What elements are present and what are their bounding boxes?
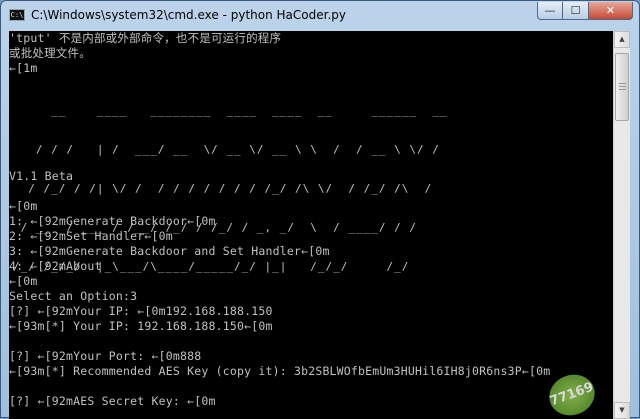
scroll-down-arrow-icon[interactable]: ▼ <box>614 402 630 419</box>
menu-option-3: 3: ←[92mGenerate Backdoor and Set Handle… <box>9 244 330 258</box>
window-title: C:\Windows\system32\cmd.exe - python HaC… <box>31 8 346 22</box>
cmd-app-icon[interactable]: C:\ <box>9 9 25 21</box>
menu-option-1: 1: ←[92mGenerate Backdoor←[0m <box>9 214 216 228</box>
menu-option-2: 2: ←[92mSet Handler←[0m <box>9 229 173 243</box>
console-line: ←[0m <box>9 274 38 288</box>
menu-option-4: 4: ←[92mAbout <box>9 259 102 273</box>
vertical-scrollbar[interactable]: ▲ ▼ <box>613 31 630 419</box>
window-controls: — ☐ ✕ <box>537 2 633 20</box>
ip-prompt: [?] ←[92mYour IP: ←[0m192.168.188.150 <box>9 304 273 318</box>
minimize-button[interactable]: — <box>537 2 563 20</box>
grip-line <box>619 83 626 84</box>
version-line: V1.1 Beta <box>9 169 74 183</box>
port-prompt: [?] ←[92mYour Port: ←[0m888 <box>9 349 202 363</box>
close-button[interactable]: ✕ <box>589 2 633 20</box>
ip-confirm: ←[93m[*] Your IP: 192.168.188.150←[0m <box>9 319 273 333</box>
console-output[interactable]: 'tput' 不是内部或外部命令，也不是可运行的程序 或批处理文件。 ←[1m … <box>9 31 613 419</box>
aes-key-recommendation: ←[93m[*] Recommended AES Key (copy it): … <box>9 364 551 378</box>
ascii-banner-line: / / / | / ___/ __ \/ __ \/ __ \ \ / / __… <box>13 143 440 156</box>
scrollbar-thumb[interactable] <box>615 53 629 121</box>
console-line: 或批处理文件。 <box>9 46 91 60</box>
maximize-button[interactable]: ☐ <box>563 2 589 20</box>
console-line: ←[0m <box>9 199 38 213</box>
ascii-banner-line: / /_/ / /| \/ / / / / / / / / /_/ /\ \/ … <box>13 182 440 195</box>
console-line: ←[1m <box>9 61 38 75</box>
scroll-up-arrow-icon[interactable]: ▲ <box>614 31 630 48</box>
grip-line <box>619 89 626 90</box>
title-bar[interactable]: C:\ C:\Windows\system32\cmd.exe - python… <box>1 1 639 29</box>
console-window: C:\ C:\Windows\system32\cmd.exe - python… <box>0 0 640 419</box>
aes-key-prompt: [?] ←[92mAES Secret Key: ←[0m <box>9 394 216 408</box>
site-watermark-logo: 77169 <box>543 368 601 419</box>
ascii-banner-line: __ ____ ________ ____ ____ __ ______ __ <box>13 104 448 117</box>
grip-line <box>619 86 626 87</box>
option-prompt: Select an Option:3 <box>9 289 138 303</box>
console-line: 'tput' 不是内部或外部命令，也不是可运行的程序 <box>9 31 282 45</box>
